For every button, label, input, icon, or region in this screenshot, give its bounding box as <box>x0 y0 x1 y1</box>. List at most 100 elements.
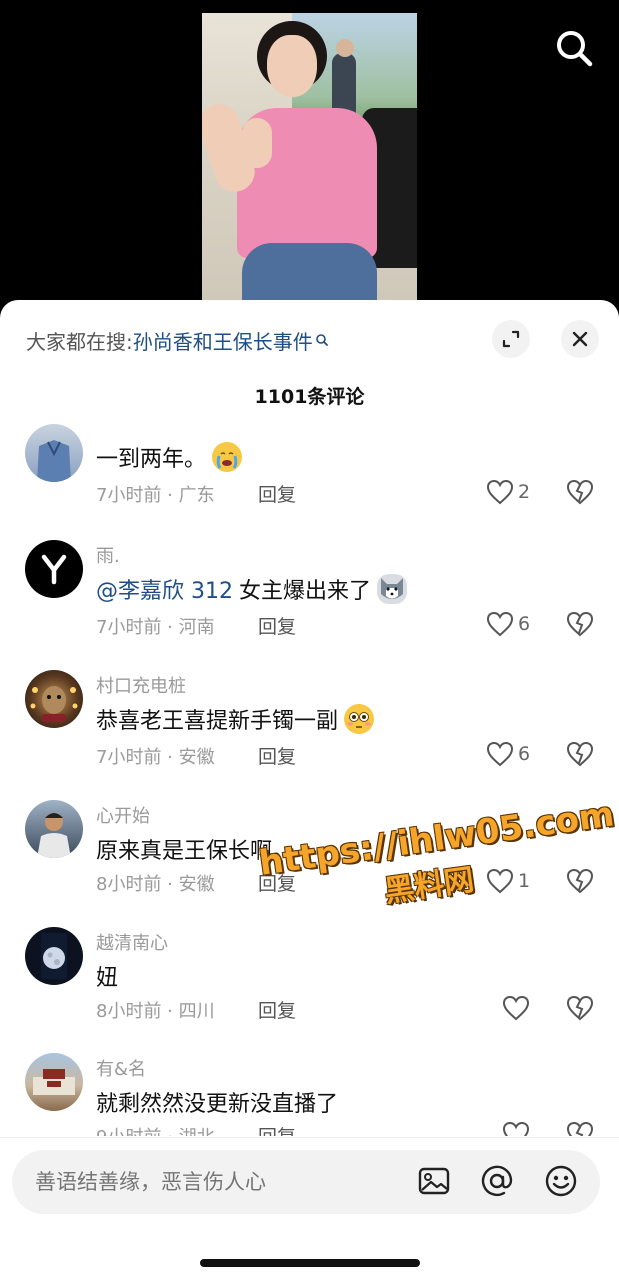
comment-text[interactable]: 原来真是王保长啊。 <box>96 833 294 865</box>
reply-button[interactable]: 回复 <box>258 612 296 639</box>
comment-username[interactable]: 越清南心 <box>96 929 168 955</box>
comment-item: 一到两年。 7小时前 · 广东 回复 2 <box>0 424 619 529</box>
close-icon <box>572 331 588 347</box>
mention-link[interactable]: @李嘉欣 312 <box>96 573 233 605</box>
broken-heart-icon <box>566 995 594 1021</box>
dislike-button[interactable] <box>566 479 594 509</box>
heart-icon <box>486 479 514 505</box>
comment-time-location: 8小时前 · 四川 <box>96 1001 215 1022</box>
comment-count: 1101条评论 <box>254 386 365 408</box>
palace-avatar-image <box>33 1069 75 1095</box>
comment-text-content: 原来真是王保长啊。 <box>96 839 295 864</box>
dislike-button[interactable] <box>566 995 594 1025</box>
husky-dog-icon <box>377 574 408 604</box>
comment-username[interactable]: 心开始 <box>96 802 150 828</box>
expand-button[interactable] <box>492 320 530 358</box>
comment-item: 心开始 原来真是王保长啊。 8小时前 · 安徽 回复 1 <box>0 800 619 930</box>
like-button[interactable]: 6 <box>486 741 530 767</box>
like-count: 6 <box>518 613 531 635</box>
broken-heart-icon <box>566 611 594 637</box>
dislike-button[interactable] <box>566 868 594 898</box>
person-hand <box>242 118 272 168</box>
comment-text[interactable]: 恭喜老王喜提新手镯一副 <box>96 703 375 735</box>
avatar[interactable] <box>25 927 83 985</box>
smiley-icon <box>545 1165 577 1197</box>
heart-icon <box>502 995 530 1021</box>
dislike-button[interactable] <box>566 1121 594 1136</box>
comment-text[interactable]: 就剩然然没更新没直播了 <box>96 1086 338 1118</box>
avatar[interactable] <box>25 670 83 728</box>
comment-input[interactable] <box>33 1169 397 1195</box>
image-button[interactable] <box>416 1163 452 1199</box>
comment-text[interactable]: @李嘉欣 312 女主爆出来了 <box>96 573 408 605</box>
reply-button[interactable]: 回复 <box>258 996 296 1023</box>
comment-text-content: 一到两年。 <box>96 447 207 472</box>
avatar[interactable] <box>25 1053 83 1111</box>
heart-icon <box>502 1121 530 1136</box>
search-icon <box>557 31 593 67</box>
at-icon <box>481 1165 513 1197</box>
like-button[interactable]: 2 <box>486 479 530 505</box>
like-button[interactable] <box>502 995 534 1021</box>
comment-list[interactable]: 一到两年。 7小时前 · 广东 回复 2 雨. @李嘉欣 312 女主爆出来了 … <box>0 424 619 1136</box>
like-button[interactable]: 6 <box>486 611 530 637</box>
comment-text-content: 恭喜老王喜提新手镯一副 <box>96 709 339 734</box>
like-button[interactable]: 1 <box>486 868 530 894</box>
close-button[interactable] <box>561 320 599 358</box>
comment-username[interactable]: 有&名 <box>96 1055 146 1081</box>
comment-sheet: 大家都在搜: 孙尚香和王保长事件 1101条评论 一到两年。 7小时前 · 广东… <box>0 300 619 1280</box>
person-face <box>267 35 317 97</box>
dislike-button[interactable] <box>566 611 594 641</box>
heart-icon <box>486 868 514 894</box>
avatar[interactable] <box>25 800 83 858</box>
video-player[interactable] <box>0 0 619 310</box>
trending-query-link[interactable]: 孙尚香和王保长事件 <box>133 326 313 355</box>
avatar[interactable] <box>25 540 83 598</box>
crying-face-icon <box>212 442 243 472</box>
trending-search-bar[interactable]: 大家都在搜: 孙尚香和王保长事件 <box>26 322 329 358</box>
trending-prefix: 大家都在搜: <box>26 329 133 354</box>
reply-button[interactable]: 回复 <box>258 1122 296 1136</box>
letter-y-avatar-image <box>41 554 67 585</box>
comment-text-content: 就剩然然没更新没直播了 <box>96 1092 339 1117</box>
comment-item: 越清南心 妞 8小时前 · 四川 回复 <box>0 927 619 1057</box>
broken-heart-icon <box>566 868 594 894</box>
like-count: 2 <box>518 481 531 503</box>
comment-username[interactable]: 村口充电桩 <box>96 672 186 698</box>
reply-button[interactable]: 回复 <box>258 869 296 896</box>
comment-text[interactable]: 一到两年。 <box>96 441 243 473</box>
video-frame[interactable] <box>202 13 417 310</box>
comment-text-content: 女主爆出来了 <box>239 579 372 604</box>
comment-text[interactable]: 妞 <box>96 960 118 992</box>
comment-text-content: 妞 <box>96 966 119 991</box>
search-small-icon <box>315 334 328 346</box>
reply-button[interactable]: 回复 <box>258 480 296 507</box>
denim-jacket-avatar-image <box>37 440 71 482</box>
moon-avatar-image <box>41 933 67 979</box>
comment-time-location: 7小时前 · 安徽 <box>96 747 215 768</box>
mural-figure-head <box>336 39 354 57</box>
image-icon <box>418 1167 450 1195</box>
like-button[interactable] <box>502 1121 534 1136</box>
comment-item: 雨. @李嘉欣 312 女主爆出来了 7小时前 · 河南 回复 6 <box>0 540 619 670</box>
comment-time-location: 7小时前 · 广东 <box>96 485 215 506</box>
expand-icon <box>502 330 520 348</box>
hyena-avatar-image <box>30 686 78 722</box>
emoji-button[interactable] <box>543 1163 579 1199</box>
heart-icon <box>486 611 514 637</box>
comment-time-location: 7小时前 · 河南 <box>96 617 215 638</box>
mention-button[interactable] <box>479 1163 515 1199</box>
comment-input-container[interactable] <box>12 1150 600 1214</box>
flushed-face-icon <box>344 704 375 734</box>
search-button[interactable] <box>552 26 596 70</box>
like-count: 6 <box>518 743 531 765</box>
home-indicator[interactable] <box>200 1259 420 1267</box>
footballer-avatar-image <box>37 813 71 858</box>
comment-item: 村口充电桩 恭喜老王喜提新手镯一副 7小时前 · 安徽 回复 6 <box>0 670 619 800</box>
comment-item: 有&名 就剩然然没更新没直播了 9小时前 · 湖北 回复 <box>0 1053 619 1136</box>
broken-heart-icon <box>566 479 594 505</box>
reply-button[interactable]: 回复 <box>258 742 296 769</box>
avatar[interactable] <box>25 424 83 482</box>
comment-username[interactable]: 雨. <box>96 542 120 568</box>
dislike-button[interactable] <box>566 741 594 771</box>
